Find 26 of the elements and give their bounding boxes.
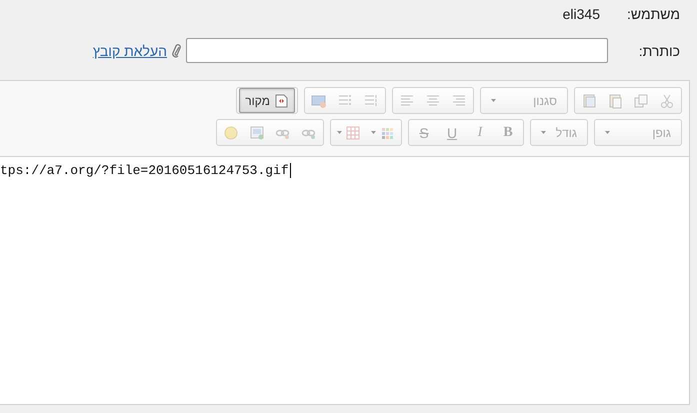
paste-document-icon — [581, 92, 597, 108]
username: eli345 — [562, 6, 600, 22]
paste-icon — [607, 92, 623, 108]
paperclip-icon — [172, 42, 181, 58]
cut-icon — [659, 92, 675, 108]
caret-icon — [605, 131, 610, 134]
title-input-field[interactable] — [186, 38, 608, 63]
upload-file-link[interactable]: העלאת קובץ — [92, 42, 167, 58]
user-label: משתמש: — [626, 6, 680, 22]
image-icon — [311, 92, 327, 108]
table-icon — [345, 124, 361, 140]
source-icon — [273, 92, 289, 108]
caret-icon — [337, 131, 342, 134]
caret-icon — [491, 99, 496, 102]
caret-icon — [541, 131, 546, 134]
copy-icon — [633, 92, 649, 108]
numbered-list-icon — [363, 92, 379, 108]
align-left-icon — [399, 92, 415, 108]
align-center-icon — [425, 92, 441, 108]
title-label: כותרת: — [638, 42, 680, 58]
picture-frame-icon — [249, 124, 265, 140]
smiley-icon — [223, 124, 239, 140]
editor-text: tps://a7.org/?file=20160516124753.gif — [0, 163, 291, 178]
source-button[interactable]: מקור — [239, 88, 295, 113]
align-right-icon — [451, 92, 467, 108]
caret-icon — [371, 131, 376, 134]
